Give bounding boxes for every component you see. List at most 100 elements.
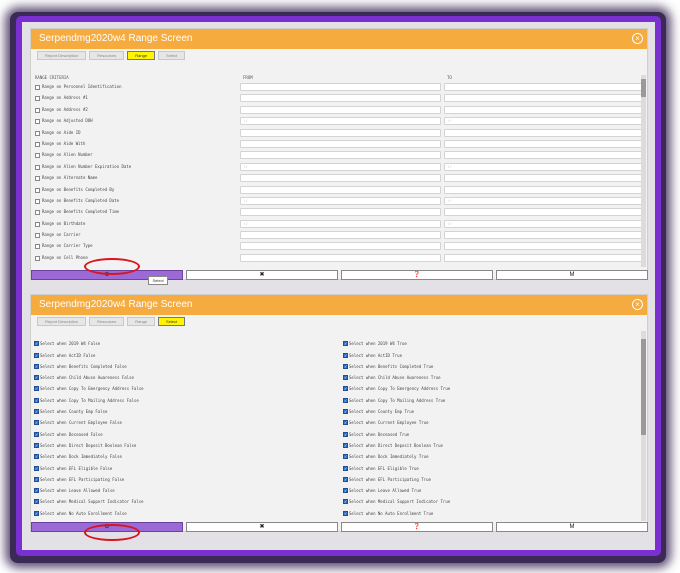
range-to-input[interactable]: [444, 83, 642, 91]
tab-select[interactable]: Select: [158, 51, 186, 60]
close-circle-icon: ✖: [259, 272, 265, 278]
select-row: ✓ Select when Direct Deposit Boolean Fals…: [31, 435, 643, 448]
tab-resources[interactable]: Resources: [89, 317, 125, 326]
range-row-label: Range on Carrier Type: [42, 243, 93, 249]
column-header-to: TO: [447, 75, 452, 80]
range-row-checkbox[interactable]: [35, 85, 40, 90]
range-row-label: Range on Birthdate: [42, 220, 86, 226]
range-to-input[interactable]: [444, 231, 642, 240]
range-row-label: Range on Benefits Completed By: [42, 186, 115, 192]
range-scrollbar[interactable]: [641, 75, 646, 267]
range-from-input[interactable]: / /: [240, 162, 441, 171]
range-to-input[interactable]: [444, 128, 642, 137]
range-to-input[interactable]: [444, 151, 642, 160]
select-tooltip: Select: [148, 276, 168, 285]
range-to-input[interactable]: / /: [444, 162, 642, 171]
close-icon[interactable]: ×: [632, 33, 643, 44]
range-to-input[interactable]: / /: [444, 196, 642, 205]
range-row-label: Range on Alternate Name: [42, 175, 98, 181]
range-row-checkbox[interactable]: [35, 198, 40, 204]
range-row-checkbox[interactable]: [35, 233, 40, 239]
range-row-label: Range on Benefits Completed Date: [42, 197, 120, 203]
select-panel: Serpendmg2020w4 Range Screen × Report De…: [30, 294, 648, 532]
range-from-input[interactable]: [240, 105, 441, 114]
range-to-input[interactable]: [444, 105, 642, 114]
close-icon[interactable]: ×: [632, 299, 643, 310]
range-row: Range on Address #2: [31, 105, 643, 116]
help-icon: ❓: [413, 272, 421, 278]
cancel-button[interactable]: ✖: [186, 522, 338, 532]
range-row-checkbox[interactable]: [35, 244, 40, 250]
range-row-checkbox[interactable]: [35, 130, 40, 136]
range-row-checkbox[interactable]: [35, 119, 40, 125]
tab-report-description[interactable]: Report Description: [37, 51, 87, 60]
range-to-input[interactable]: [444, 139, 642, 148]
select-scrollbar[interactable]: [641, 331, 646, 521]
tab-select[interactable]: Select: [158, 317, 186, 326]
range-scrollbar-thumb[interactable]: [641, 79, 646, 97]
range-from-input[interactable]: [240, 139, 441, 148]
range-row: Range on Alien Number: [31, 150, 643, 161]
range-from-input[interactable]: [240, 94, 441, 103]
data-icon: M: [569, 272, 575, 278]
range-to-input[interactable]: [444, 94, 642, 103]
range-from-input[interactable]: / /: [240, 196, 441, 205]
range-row-checkbox[interactable]: [35, 255, 40, 261]
range-row: Range on Aide ID: [31, 128, 643, 139]
app-frame: Serpendmg2020w4 Range Screen × Report De…: [16, 16, 661, 556]
select-criteria-list: ✓ Select when 2019 W4 False ✓ Select when 2…: [31, 333, 643, 528]
data-button[interactable]: M: [496, 522, 648, 532]
range-row-label: Range on Carrier: [42, 232, 81, 238]
range-row-checkbox[interactable]: [35, 187, 40, 193]
range-criteria-list: Range on Personnel Identification Range o…: [31, 82, 643, 264]
range-row-label: Range on Adjusted DOH: [42, 118, 93, 124]
range-row: Range on Aide With: [31, 139, 643, 150]
range-row-checkbox[interactable]: [35, 221, 40, 227]
range-to-input[interactable]: [444, 242, 642, 251]
range-from-input[interactable]: [240, 151, 441, 160]
tab-report-description[interactable]: Report Description: [37, 317, 87, 326]
data-button[interactable]: M: [496, 270, 648, 280]
range-row-checkbox[interactable]: [35, 176, 40, 182]
range-from-input[interactable]: [240, 174, 441, 183]
range-from-input[interactable]: [240, 83, 441, 91]
select-row: ✓ Select when Medical Support Indicator F…: [31, 491, 643, 505]
cancel-button[interactable]: ✖: [186, 270, 338, 280]
select-row: ✓ Select when 2019 W4 False ✓ Select when 2…: [31, 333, 643, 347]
select-row: ✓ Select when County Emp False ✓ Select whe…: [31, 401, 643, 415]
range-to-input[interactable]: [444, 174, 642, 183]
tab-resources[interactable]: Resources: [89, 51, 125, 60]
range-to-input[interactable]: [444, 253, 642, 262]
range-from-input[interactable]: [240, 253, 441, 262]
range-from-input[interactable]: [240, 242, 441, 251]
range-row-checkbox[interactable]: [35, 210, 40, 216]
range-row-checkbox[interactable]: [35, 107, 40, 113]
tab-range[interactable]: Range: [127, 51, 156, 60]
range-row: Range on Birthdate / / / /: [31, 219, 643, 230]
range-to-input[interactable]: [444, 185, 642, 194]
range-row: Range on Carrier: [31, 230, 643, 241]
range-row-checkbox[interactable]: [35, 153, 40, 159]
range-row-checkbox[interactable]: [35, 96, 40, 102]
select-scrollbar-thumb[interactable]: [641, 339, 646, 435]
help-button[interactable]: ❓: [341, 522, 493, 532]
range-from-input[interactable]: [240, 231, 441, 240]
range-to-input[interactable]: / /: [444, 117, 642, 126]
range-to-input[interactable]: / /: [444, 219, 642, 228]
range-row-checkbox[interactable]: [35, 164, 40, 170]
select-row: ✓ Select when Copy To Mailing Address Fal…: [31, 389, 643, 403]
range-row: Range on Adjusted DOH / / / /: [31, 116, 643, 127]
range-to-input[interactable]: [444, 208, 642, 217]
tab-range[interactable]: Range: [127, 317, 156, 326]
select-row: ✓ Select when EFL Eligible False ✓ Select w…: [31, 457, 643, 471]
range-panel-titlebar: Serpendmg2020w4 Range Screen ×: [31, 29, 647, 49]
range-panel-tabs: Report Description Resources Range Selec…: [31, 49, 647, 61]
help-button[interactable]: ❓: [341, 270, 493, 280]
range-from-input[interactable]: / /: [240, 117, 441, 126]
select-row: ✓ Select when Leave Allowed False ✓ Select …: [31, 480, 643, 494]
range-from-input[interactable]: [240, 208, 441, 217]
range-from-input[interactable]: [240, 185, 441, 194]
range-from-input[interactable]: [240, 128, 441, 137]
range-row-checkbox[interactable]: [35, 141, 40, 147]
range-from-input[interactable]: / /: [240, 219, 441, 228]
